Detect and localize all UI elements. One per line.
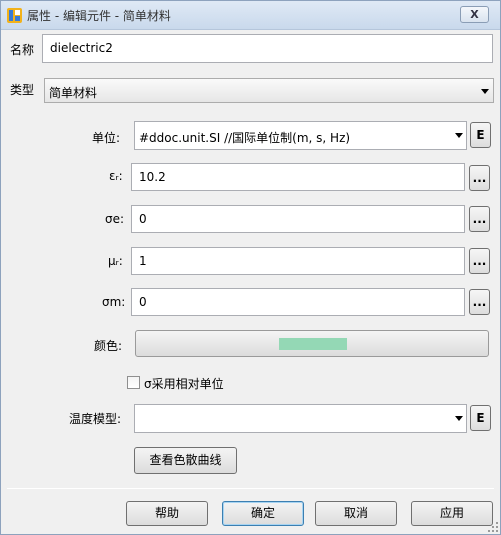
type-value: 简单材料 — [49, 86, 98, 100]
mu-browse-button[interactable]: ... — [469, 248, 490, 274]
close-icon: X — [470, 8, 479, 21]
close-button[interactable]: X — [460, 6, 489, 23]
epsilon-browse-button[interactable]: ... — [469, 165, 490, 191]
sigma-m-label: σm: — [102, 295, 126, 309]
mu-label: μᵣ: — [108, 254, 123, 268]
view-dispersion-curve-button[interactable]: 查看色散曲线 — [134, 447, 237, 474]
unit-expression-button[interactable]: E — [470, 122, 491, 148]
name-input[interactable]: dielectric2 — [42, 34, 493, 63]
title-bar: 属性 - 编辑元件 - 简单材料 X — [1, 1, 500, 30]
type-label: 类型 — [10, 83, 35, 97]
ellipsis-icon: ... — [472, 254, 487, 268]
unit-label: 单位: — [92, 131, 121, 145]
unit-select[interactable]: #ddoc.unit.SI //国际单位制(m, s, Hz) — [134, 121, 467, 150]
apply-label: 应用 — [439, 506, 464, 520]
sigma-e-browse-button[interactable]: ... — [469, 206, 490, 232]
name-label: 名称 — [10, 43, 35, 57]
resize-grip-icon[interactable] — [487, 521, 499, 533]
unit-value: #ddoc.unit.SI //国际单位制(m, s, Hz) — [139, 131, 351, 145]
relative-unit-label: σ采用相对单位 — [144, 377, 224, 391]
help-button[interactable]: 帮助 — [126, 501, 208, 526]
color-picker-button[interactable] — [135, 330, 489, 357]
sigma-m-value: 0 — [139, 295, 147, 309]
expression-icon: E — [476, 411, 485, 425]
temperature-model-label: 温度模型: — [69, 412, 122, 426]
properties-dialog: 属性 - 编辑元件 - 简单材料 X 名称 dielectric2 类型 简单材… — [0, 0, 501, 535]
sigma-m-input[interactable]: 0 — [131, 288, 465, 316]
ellipsis-icon: ... — [472, 212, 487, 226]
help-label: 帮助 — [154, 506, 179, 520]
mu-input[interactable]: 1 — [131, 247, 465, 275]
sigma-e-value: 0 — [139, 212, 147, 226]
sigma-e-input[interactable]: 0 — [131, 205, 465, 233]
view-dispersion-curve-label: 查看色散曲线 — [149, 453, 222, 467]
epsilon-label: εᵣ: — [109, 169, 123, 183]
window-title: 属性 - 编辑元件 - 简单材料 — [27, 9, 171, 23]
apply-button[interactable]: 应用 — [411, 501, 493, 526]
chevron-down-icon — [455, 133, 463, 138]
color-swatch — [279, 338, 347, 350]
cancel-button[interactable]: 取消 — [315, 501, 397, 526]
ellipsis-icon: ... — [472, 171, 487, 185]
footer-divider — [7, 488, 494, 489]
temperature-model-select[interactable] — [134, 404, 467, 433]
relative-unit-checkbox[interactable] — [127, 376, 140, 389]
ok-label: 确定 — [250, 506, 275, 520]
epsilon-input[interactable]: 10.2 — [131, 163, 465, 191]
app-icon — [7, 8, 22, 23]
ok-button[interactable]: 确定 — [222, 501, 304, 526]
name-value: dielectric2 — [50, 41, 113, 55]
cancel-label: 取消 — [343, 506, 368, 520]
color-label: 颜色: — [94, 339, 123, 353]
type-select[interactable]: 简单材料 — [44, 78, 494, 103]
temperature-model-expression-button[interactable]: E — [470, 405, 491, 431]
ellipsis-icon: ... — [472, 295, 487, 309]
chevron-down-icon — [481, 89, 489, 94]
sigma-e-label: σe: — [105, 212, 125, 226]
epsilon-value: 10.2 — [139, 170, 166, 184]
mu-value: 1 — [139, 254, 147, 268]
sigma-m-browse-button[interactable]: ... — [469, 289, 490, 315]
expression-icon: E — [476, 128, 485, 142]
chevron-down-icon — [455, 416, 463, 421]
